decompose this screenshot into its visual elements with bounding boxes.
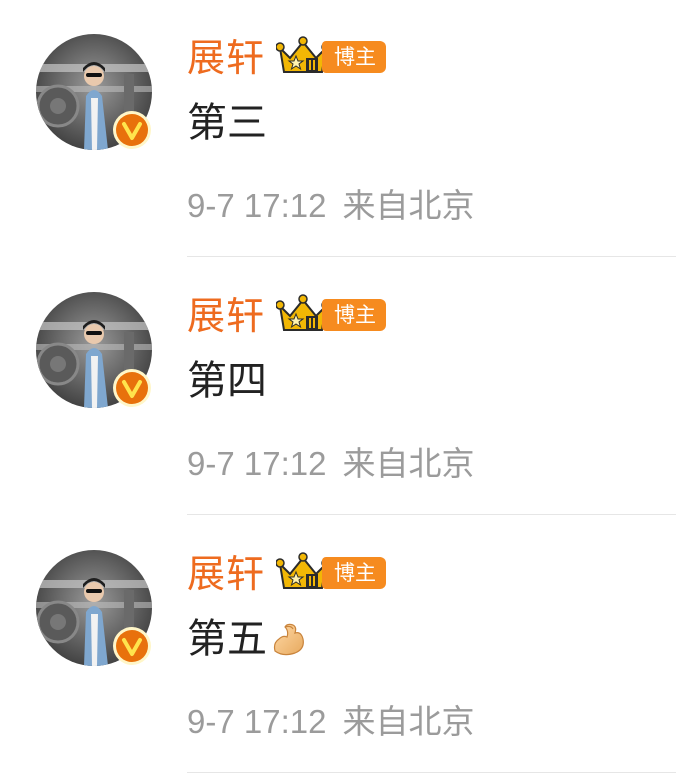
divider — [187, 514, 676, 515]
comment-item: 展轩 博主 第三 9-7 17:12 来自北京 — [0, 0, 676, 258]
comment-text: 第三 — [187, 98, 267, 148]
location: 来自北京 — [342, 445, 475, 482]
verified-icon — [112, 368, 152, 408]
comment-text-value: 第三 — [187, 100, 267, 146]
comment-meta: 9-7 17:12 来自北京 — [187, 442, 474, 486]
verified-icon — [112, 626, 152, 666]
comment-text: 第五 — [187, 614, 309, 664]
comment-item: 展轩 博主 第四 9-7 17:12 来自北京 — [0, 258, 676, 516]
flexed-biceps-icon — [273, 623, 304, 656]
avatar[interactable] — [36, 34, 152, 150]
verified-icon — [112, 110, 152, 150]
location: 来自北京 — [342, 187, 475, 224]
avatar[interactable] — [36, 292, 152, 408]
timestamp: 9-7 17:12 — [187, 445, 327, 482]
divider — [187, 256, 676, 257]
comment-text-value: 第五 — [187, 616, 267, 662]
comment-item: 展轩 博主 第五 9-7 17:12 来自北京 — [0, 516, 676, 774]
blogger-tag: 博主 — [322, 557, 386, 589]
username[interactable]: 展轩 — [187, 292, 265, 340]
comment-meta: 9-7 17:12 来自北京 — [187, 700, 474, 744]
location: 来自北京 — [342, 703, 475, 740]
username[interactable]: 展轩 — [187, 34, 265, 82]
comment-text-value: 第四 — [187, 358, 267, 404]
username[interactable]: 展轩 — [187, 550, 265, 598]
comment-text: 第四 — [187, 356, 267, 406]
timestamp: 9-7 17:12 — [187, 703, 327, 740]
blogger-tag: 博主 — [322, 299, 386, 331]
blogger-tag: 博主 — [322, 41, 386, 73]
timestamp: 9-7 17:12 — [187, 187, 327, 224]
avatar[interactable] — [36, 550, 152, 666]
comment-meta: 9-7 17:12 来自北京 — [187, 184, 474, 228]
